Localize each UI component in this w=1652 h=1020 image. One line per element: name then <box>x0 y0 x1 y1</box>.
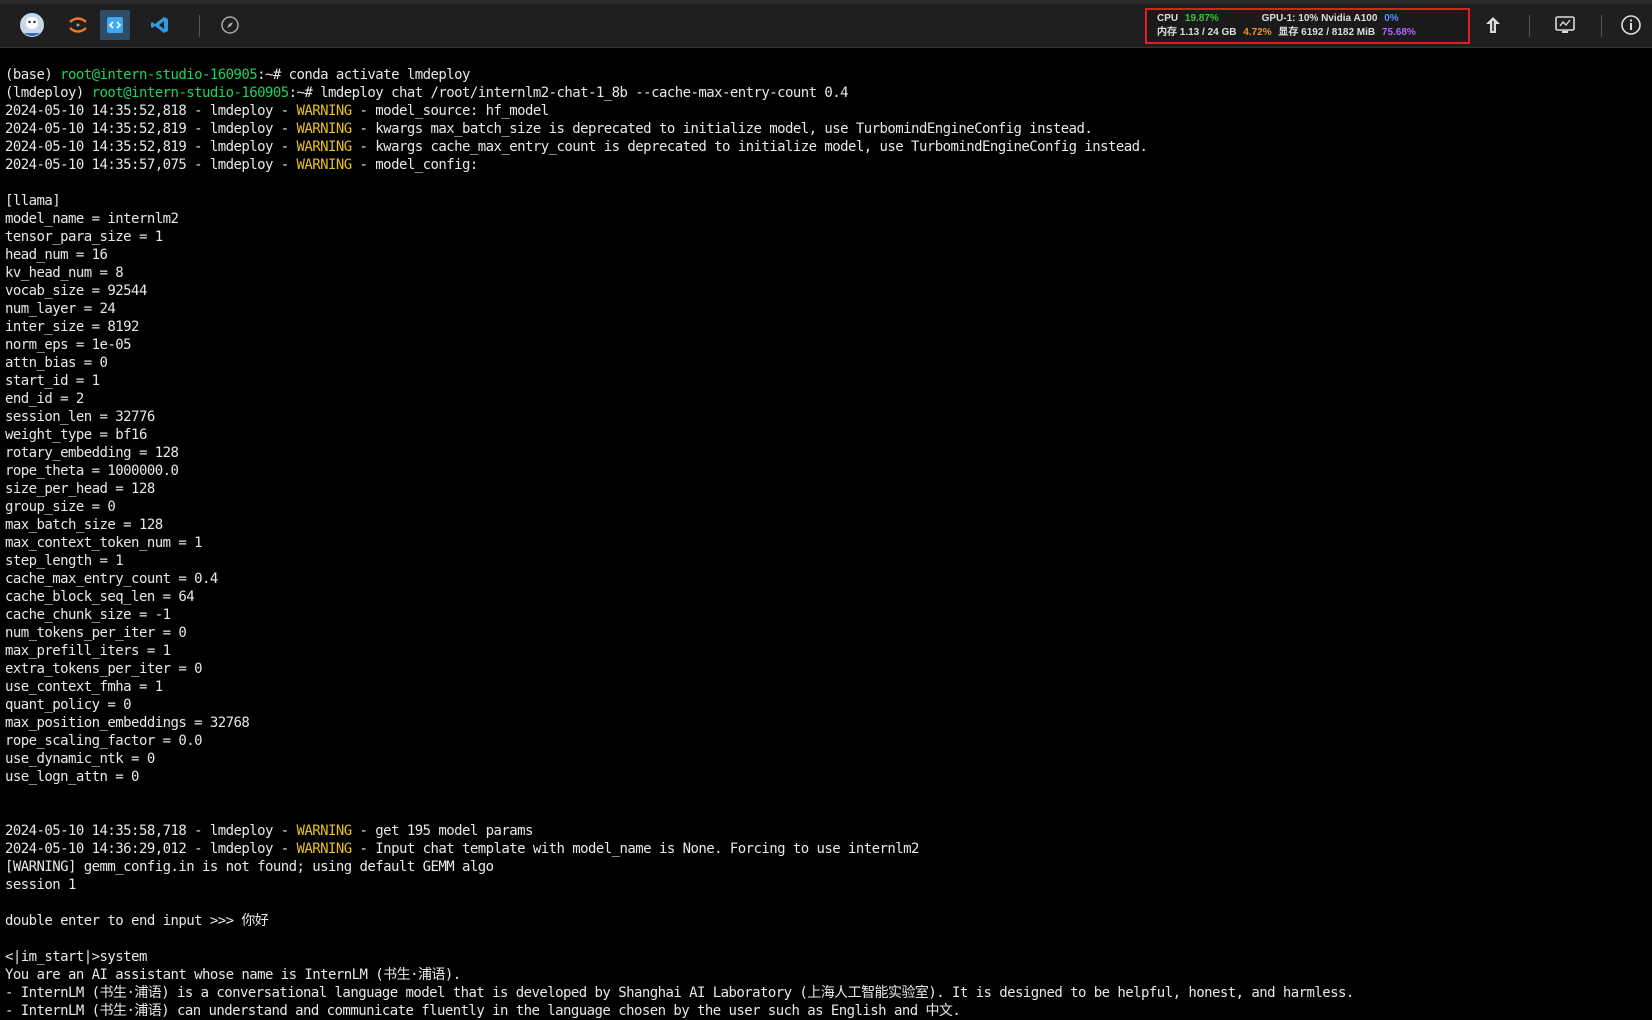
mem-label: 内存 1.13 / 24 GB <box>1157 27 1237 38</box>
config-line: max_position_embeddings = 32768 <box>5 715 250 731</box>
toolbar-divider <box>1601 15 1602 37</box>
mem-value: 4.72% <box>1243 27 1272 38</box>
config-line: start_id = 1 <box>5 373 100 389</box>
config-line: extra_tokens_per_iter = 0 <box>5 661 203 677</box>
avatar-icon[interactable] <box>17 10 47 40</box>
compass-icon[interactable] <box>215 10 245 40</box>
code-editor-icon[interactable] <box>100 10 130 40</box>
config-line: use_logn_attn = 0 <box>5 769 140 785</box>
config-line: end_id = 2 <box>5 391 84 407</box>
top-toolbar: CPU 19.87% GPU-1: 10% Nvidia A100 0% 内存 … <box>0 0 1652 48</box>
config-line: rope_scaling_factor = 0.0 <box>5 733 203 749</box>
config-line: kv_head_num = 8 <box>5 265 124 281</box>
config-line: step_length = 1 <box>5 553 124 569</box>
config-line: norm_eps = 1e-05 <box>5 337 132 353</box>
warning-tag: WARNING <box>296 823 353 839</box>
config-line: vocab_size = 92544 <box>5 283 147 299</box>
config-line: tensor_para_size = 1 <box>5 229 163 245</box>
cpu-label: CPU <box>1157 13 1179 24</box>
system-prompt-line: - InternLM (书生·浦语) can understand and co… <box>5 1003 961 1019</box>
config-line: num_layer = 24 <box>5 301 116 317</box>
shell-prompt: root@intern-studio-160905 <box>60 67 258 83</box>
resource-monitor: CPU 19.87% GPU-1: 10% Nvidia A100 0% 内存 … <box>1145 8 1470 44</box>
log-warning-line: 2024-05-10 14:35:58,718 - lmdeploy - WAR… <box>5 823 533 839</box>
config-line: head_num = 16 <box>5 247 108 263</box>
shell-prompt: root@intern-studio-160905 <box>91 85 290 101</box>
config-line: rope_theta = 1000000.0 <box>5 463 179 479</box>
vram-label: 显存 6192 / 8182 MiB <box>1278 27 1376 38</box>
config-line: cache_chunk_size = -1 <box>5 607 171 623</box>
gpu-label: GPU-1: 10% Nvidia A100 <box>1261 13 1378 24</box>
warning-tag: WARNING <box>296 103 353 119</box>
monitor-icon[interactable] <box>1550 10 1580 40</box>
session-line: session 1 <box>5 877 76 893</box>
im-start-line: <|im_start|>system <box>5 949 147 965</box>
warning-tag: WARNING <box>296 121 353 137</box>
config-line: weight_type = bf16 <box>5 427 147 443</box>
upload-icon[interactable] <box>1478 10 1508 40</box>
config-line: max_context_token_num = 1 <box>5 535 203 551</box>
config-line: cache_block_seq_len = 64 <box>5 589 195 605</box>
monitor-row-bottom: 内存 1.13 / 24 GB 4.72% 显存 6192 / 8182 MiB… <box>1157 26 1420 40</box>
log-warning-line: 2024-05-10 14:36:29,012 - lmdeploy - WAR… <box>5 841 920 857</box>
config-line: num_tokens_per_iter = 0 <box>5 625 187 641</box>
config-line: group_size = 0 <box>5 499 116 515</box>
vscode-icon[interactable] <box>145 10 175 40</box>
config-line: use_dynamic_ntk = 0 <box>5 751 155 767</box>
config-line: quant_policy = 0 <box>5 697 132 713</box>
warning-tag: WARNING <box>296 157 353 173</box>
log-warning-line: 2024-05-10 14:35:52,819 - lmdeploy - WAR… <box>5 139 1148 155</box>
chat-input-line[interactable]: double enter to end input >>> 你好 <box>5 912 269 930</box>
gpu-value: 0% <box>1384 13 1399 24</box>
config-line: attn_bias = 0 <box>5 355 108 371</box>
info-icon[interactable] <box>1616 10 1646 40</box>
config-line: session_len = 32776 <box>5 409 155 425</box>
config-line: use_context_fmha = 1 <box>5 679 163 695</box>
jupyter-icon[interactable] <box>63 10 93 40</box>
system-prompt-line: You are an AI assistant whose name is In… <box>5 967 461 983</box>
gemm-warning-line: [WARNING] gemm_config.in is not found; u… <box>5 859 494 875</box>
terminal-command-line: (base) root@intern-studio-160905:~# cond… <box>5 67 470 83</box>
window-top-edge <box>0 0 1652 4</box>
cpu-value: 19.87% <box>1184 13 1219 24</box>
log-warning-line: 2024-05-10 14:35:57,075 - lmdeploy - WAR… <box>5 157 478 173</box>
warning-tag: WARNING <box>296 139 353 155</box>
config-line: rotary_embedding = 128 <box>5 445 179 461</box>
config-line: inter_size = 8192 <box>5 319 140 335</box>
log-warning-line: 2024-05-10 14:35:52,818 - lmdeploy - WAR… <box>5 103 549 119</box>
config-line: max_batch_size = 128 <box>5 517 163 533</box>
toolbar-divider <box>1529 15 1530 37</box>
system-prompt-line: - InternLM (书生·浦语) is a conversational l… <box>5 985 1354 1001</box>
config-line: size_per_head = 128 <box>5 481 155 497</box>
config-line: cache_max_entry_count = 0.4 <box>5 571 218 587</box>
vram-value: 75.68% <box>1381 27 1416 38</box>
warning-tag: WARNING <box>296 841 353 857</box>
monitor-row-top: CPU 19.87% GPU-1: 10% Nvidia A100 0% <box>1157 12 1403 26</box>
config-section-header: [llama] <box>5 193 61 209</box>
terminal-command-line: (lmdeploy) root@intern-studio-160905:~# … <box>5 85 849 101</box>
config-line: model_name = internlm2 <box>5 211 179 227</box>
config-line: max_prefill_iters = 1 <box>5 643 171 659</box>
toolbar-divider <box>199 15 200 37</box>
terminal-output[interactable]: (base) root@intern-studio-160905:~# cond… <box>0 48 1652 1020</box>
log-warning-line: 2024-05-10 14:35:52,819 - lmdeploy - WAR… <box>5 121 1093 137</box>
